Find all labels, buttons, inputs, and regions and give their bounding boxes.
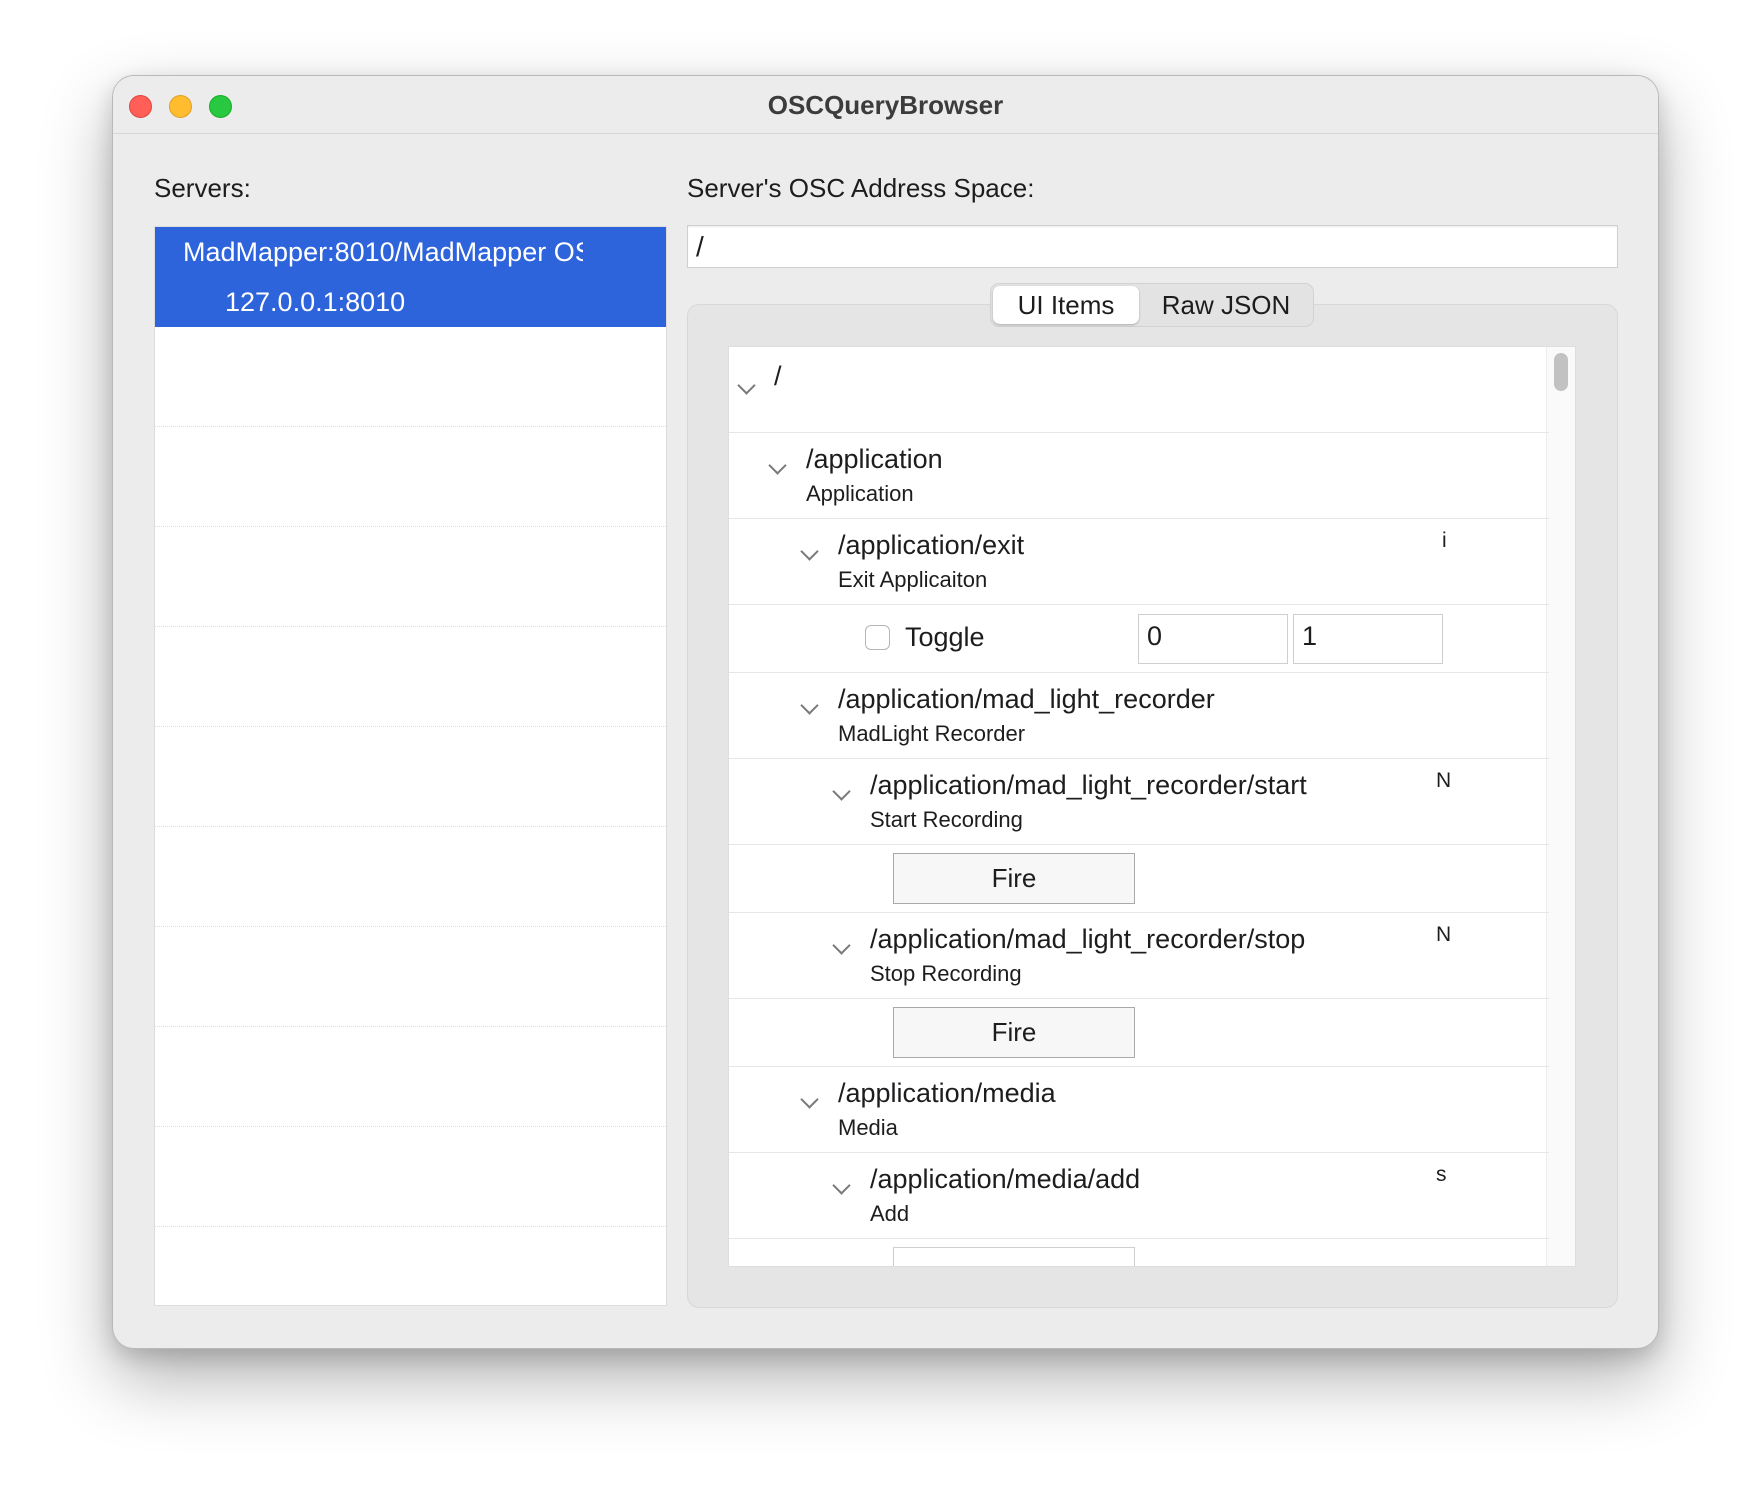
list-divider — [155, 526, 666, 527]
node-path: /application/mad_light_recorder — [838, 684, 1215, 714]
node-path: /application/exit — [838, 530, 1025, 560]
tab-ui-items[interactable]: UI Items — [993, 286, 1139, 324]
list-divider — [155, 426, 666, 427]
address-space-label: Server's OSC Address Space: — [687, 173, 1035, 203]
chevron-down-icon[interactable] — [832, 782, 851, 801]
title-bar: OSCQueryBrowser — [113, 76, 1658, 134]
chevron-down-icon[interactable] — [800, 696, 819, 715]
control-row-exit: Toggle 0 1 — [729, 605, 1549, 673]
node-path: /application/mad_light_recorder/start — [870, 770, 1307, 800]
control-row-start: Fire — [729, 845, 1549, 913]
toggle-label: Toggle — [905, 622, 985, 652]
node-description: MadLight Recorder — [838, 721, 1026, 746]
list-divider — [155, 726, 666, 727]
list-divider — [155, 1126, 666, 1127]
server-name: MadMapper:8010/MadMapper OSC — [183, 237, 583, 267]
vertical-scrollbar[interactable] — [1546, 347, 1575, 1266]
tree-row-application[interactable]: /application Application — [729, 433, 1549, 519]
chevron-down-icon[interactable] — [832, 1176, 851, 1195]
min-value-field[interactable]: 0 — [1138, 614, 1288, 664]
scrollbar-thumb[interactable] — [1554, 353, 1568, 391]
window-title: OSCQueryBrowser — [767, 90, 1004, 120]
chevron-down-icon[interactable] — [737, 376, 756, 395]
fire-button[interactable]: Fire — [893, 1007, 1135, 1058]
tree-row-media[interactable]: /application/media Media — [729, 1067, 1549, 1153]
app-window: OSCQueryBrowser Servers: MadMapper:8010/… — [112, 75, 1659, 1349]
address-input[interactable]: / — [687, 225, 1618, 268]
type-tag: N — [1436, 769, 1452, 792]
tree-row-stop[interactable]: /application/mad_light_recorder/stop Sto… — [729, 913, 1549, 999]
server-list-item-selected[interactable]: MadMapper:8010/MadMapper OSC 127.0.0.1:8… — [155, 227, 666, 327]
node-path: /application — [806, 444, 943, 474]
type-tag: i — [1442, 529, 1447, 552]
control-row-media-add — [729, 1239, 1549, 1266]
type-tag: s — [1436, 1163, 1447, 1186]
max-value-field[interactable]: 1 — [1293, 614, 1443, 664]
fire-button[interactable]: Fire — [893, 853, 1135, 904]
node-path: / — [774, 361, 782, 391]
node-description: Stop Recording — [870, 961, 1022, 986]
control-row-stop: Fire — [729, 999, 1549, 1067]
list-divider — [155, 826, 666, 827]
tree-row-start[interactable]: /application/mad_light_recorder/start St… — [729, 759, 1549, 845]
tab-raw-json[interactable]: Raw JSON — [1141, 286, 1311, 324]
string-value-field[interactable] — [893, 1247, 1135, 1266]
node-description: Application — [806, 481, 914, 506]
server-address: 127.0.0.1:8010 — [225, 287, 406, 317]
node-path: /application/media — [838, 1078, 1056, 1108]
tree-row-recorder[interactable]: /application/mad_light_recorder MadLight… — [729, 673, 1549, 759]
node-path: /application/mad_light_recorder/stop — [870, 924, 1306, 954]
servers-label: Servers: — [154, 173, 251, 203]
chevron-down-icon[interactable] — [832, 936, 851, 955]
chevron-down-icon[interactable] — [800, 1090, 819, 1109]
server-list[interactable]: MadMapper:8010/MadMapper OSC 127.0.0.1:8… — [154, 226, 667, 1306]
node-description: Add — [870, 1201, 910, 1226]
chevron-down-icon[interactable] — [768, 456, 787, 475]
address-tree[interactable]: / /application Application /application/… — [728, 346, 1576, 1267]
list-divider — [155, 626, 666, 627]
list-divider — [155, 1226, 666, 1227]
type-tag: N — [1436, 923, 1452, 946]
tree-row-media-add[interactable]: /application/media/add Add s — [729, 1153, 1549, 1239]
node-description: Exit Applicaiton — [838, 567, 988, 592]
tree-row-exit[interactable]: /application/exit Exit Applicaiton i — [729, 519, 1549, 605]
toggle-checkbox[interactable] — [865, 625, 890, 650]
tree-row-root[interactable]: / — [729, 347, 1549, 433]
node-description: Start Recording — [870, 807, 1023, 832]
list-divider — [155, 1026, 666, 1027]
chevron-down-icon[interactable] — [800, 542, 819, 561]
tab-switcher: UI Items Raw JSON — [990, 283, 1314, 327]
node-path: /application/media/add — [870, 1164, 1141, 1194]
list-divider — [155, 926, 666, 927]
node-description: Media — [838, 1115, 898, 1140]
